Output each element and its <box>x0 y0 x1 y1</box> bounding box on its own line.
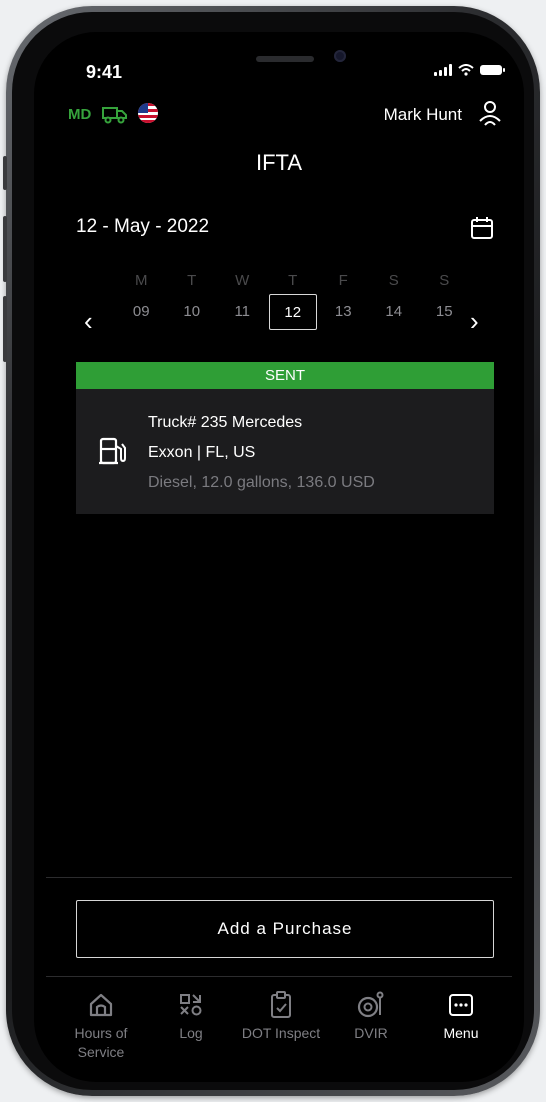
tab-label: Menu <box>443 1025 479 1041</box>
day-number: 13 <box>334 303 352 320</box>
day-number: 15 <box>435 303 453 320</box>
clipboard-icon <box>236 988 326 1022</box>
day-number-selected: 12 <box>268 294 317 330</box>
week-strip: M 09 T 10 W 11 T 12 F 13 S 14 S 15 <box>116 272 470 330</box>
day-letter: S <box>388 272 399 289</box>
volume-up-button <box>3 216 7 282</box>
tab-label: Hours of Service <box>74 1025 128 1060</box>
tab-label: Log <box>179 1025 203 1041</box>
speaker-grille <box>256 56 314 62</box>
day-number: 11 <box>234 303 251 320</box>
user-name[interactable]: Mark Hunt <box>384 105 462 125</box>
user-icon[interactable] <box>478 100 502 126</box>
day-saturday[interactable]: S 14 <box>369 272 420 330</box>
volume-down-button <box>3 296 7 362</box>
fuel-details-text: Diesel, 12.0 gallons, 136.0 USD <box>148 474 375 491</box>
dvir-icon <box>326 988 416 1022</box>
selected-date-text: 12 - May - 2022 <box>76 216 210 237</box>
day-number: 14 <box>385 303 403 320</box>
tab-bar: Hours of Service Log DOT Inspect DVIR Me… <box>56 988 506 1062</box>
status-time: 9:41 <box>86 62 123 82</box>
day-number: 09 <box>132 303 150 320</box>
day-letter: M <box>135 272 148 289</box>
day-thursday-selected[interactable]: T 12 <box>268 272 319 330</box>
day-letter: T <box>187 272 197 289</box>
status-icons <box>434 64 505 76</box>
status-badge: SENT <box>76 362 494 389</box>
day-letter: W <box>235 272 250 289</box>
md-label: MD <box>68 106 92 123</box>
tab-menu[interactable]: Menu <box>416 988 506 1062</box>
day-wednesday[interactable]: W 11 <box>217 272 268 330</box>
tab-dvir[interactable]: DVIR <box>326 988 416 1062</box>
log-icon <box>146 988 236 1022</box>
day-letter: S <box>439 272 450 289</box>
mute-switch <box>3 156 7 190</box>
prev-week-arrow[interactable]: ‹ <box>84 308 93 334</box>
day-number: 10 <box>183 303 201 320</box>
calendar-icon[interactable] <box>470 216 494 240</box>
menu-icon <box>416 988 506 1022</box>
signal-icon <box>434 64 452 76</box>
tab-hours-of-service[interactable]: Hours of Service <box>56 988 146 1062</box>
day-sunday[interactable]: S 15 <box>419 272 470 330</box>
page-title: IFTA <box>255 150 303 175</box>
purchase-card[interactable]: SENT Truck# 235 Mercedes Exxon | FL, US … <box>76 362 494 514</box>
truck-icon <box>102 107 127 124</box>
day-letter: F <box>338 272 348 289</box>
battery-icon <box>480 65 505 75</box>
day-friday[interactable]: F 13 <box>318 272 369 330</box>
tab-label: DOT Inspect <box>241 1025 321 1041</box>
front-camera <box>334 50 346 62</box>
tab-dot-inspect[interactable]: DOT Inspect <box>236 988 326 1062</box>
fuel-pump-icon <box>99 437 126 465</box>
wifi-icon <box>458 64 474 76</box>
vehicle-text: Truck# 235 Mercedes <box>148 414 303 431</box>
vendor-location-text: Exxon | FL, US <box>148 444 256 461</box>
divider <box>46 976 512 977</box>
day-letter: T <box>288 272 298 289</box>
phone-frame: 9:41 MD Mark Hunt IFTA 12 - May - 2022 ‹… <box>3 6 540 1096</box>
app-screen: 9:41 MD Mark Hunt IFTA 12 - May - 2022 ‹… <box>34 32 524 1082</box>
tab-log[interactable]: Log <box>146 988 236 1062</box>
home-icon <box>56 988 146 1022</box>
tab-label: DVIR <box>354 1025 388 1041</box>
us-flag-icon <box>138 103 158 123</box>
divider <box>46 877 512 878</box>
add-purchase-button[interactable]: Add a Purchase <box>76 900 494 958</box>
day-monday[interactable]: M 09 <box>116 272 167 330</box>
day-tuesday[interactable]: T 10 <box>167 272 218 330</box>
next-week-arrow[interactable]: › <box>470 308 479 334</box>
